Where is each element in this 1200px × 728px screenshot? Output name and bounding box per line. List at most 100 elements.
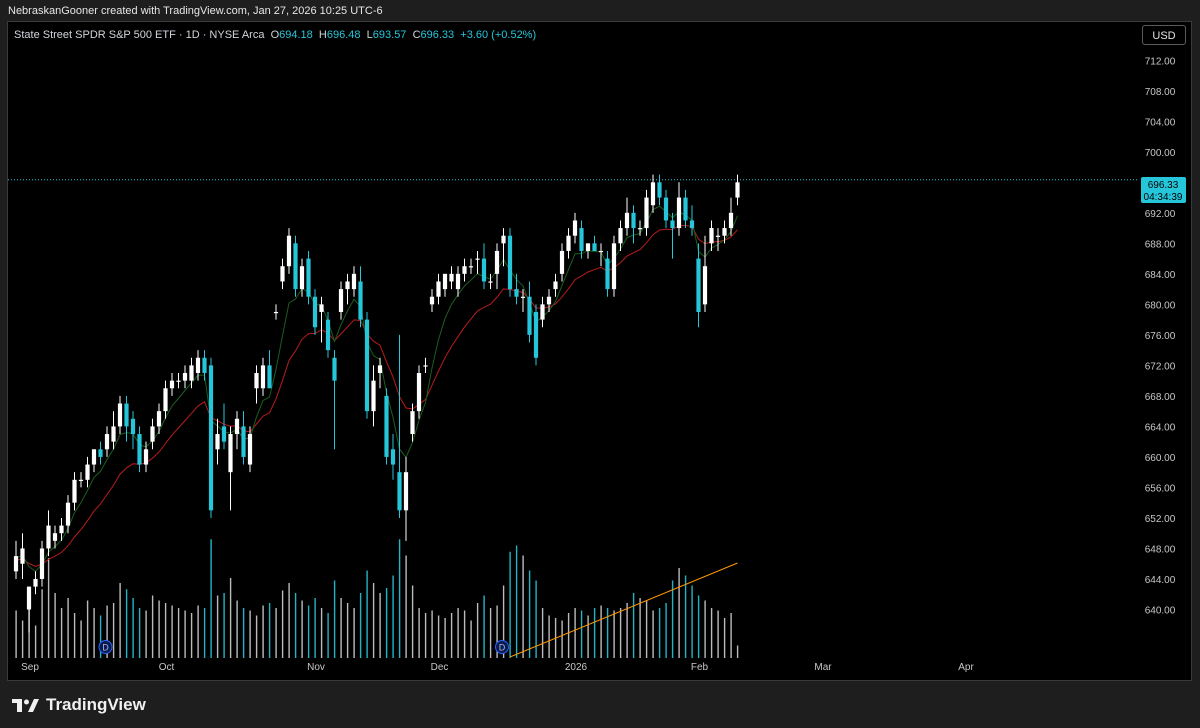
currency-button[interactable]: USD (1142, 25, 1186, 45)
candle (215, 418, 220, 465)
bar-countdown: 04:34:39 (1144, 192, 1183, 203)
candle (293, 235, 298, 297)
candle (111, 411, 116, 450)
volume-bar (112, 603, 115, 658)
candle (663, 189, 669, 229)
candle (540, 296, 545, 328)
candle-body (163, 388, 168, 412)
candle (150, 418, 155, 450)
volume-bar (470, 620, 472, 658)
volume-bar (54, 593, 56, 658)
volume-bar (184, 610, 186, 658)
volume-bar (132, 598, 134, 658)
candle (46, 510, 51, 557)
candle-body (169, 380, 175, 389)
volume-bar (353, 608, 355, 658)
candle-body (156, 411, 162, 427)
candle (728, 197, 734, 236)
candle (98, 441, 103, 465)
candle-body (449, 273, 454, 282)
volume-bar (561, 620, 563, 658)
y-tick-label: 648.00 (1145, 544, 1176, 555)
candle (735, 174, 740, 206)
x-tick-label: Nov (307, 662, 325, 673)
candle-body (618, 228, 623, 244)
candle-body (631, 212, 636, 229)
volume-bar (437, 615, 440, 658)
volume-bar (301, 600, 303, 658)
candle (429, 289, 435, 312)
close-value: 696.33 (420, 29, 455, 41)
candle (676, 182, 682, 236)
x-tick-label: Apr (958, 662, 974, 673)
candle-body (273, 311, 279, 314)
tradingview-brand: TradingView (46, 695, 146, 714)
y-tick-label: 712.00 (1145, 56, 1176, 67)
candle (72, 472, 77, 511)
volume-bar (158, 600, 160, 658)
volume-bar (717, 610, 719, 658)
candle-body (696, 258, 701, 312)
volume-bar (177, 608, 180, 658)
volume-bar (639, 598, 641, 658)
volume-bar (385, 588, 388, 658)
symbol-name[interactable]: State Street SPDR S&P 500 ETF · 1D · NYS… (14, 29, 264, 41)
candle-body (624, 212, 630, 229)
candle (611, 235, 617, 297)
candle-body (722, 228, 727, 236)
candle-body (124, 403, 129, 427)
candle-body (176, 380, 181, 382)
y-tick-label: 652.00 (1145, 514, 1176, 525)
candle (397, 334, 402, 518)
volume-bar (632, 593, 635, 658)
candle-body (663, 197, 669, 221)
volume-bar (431, 610, 433, 658)
candle (176, 373, 181, 389)
candle (657, 174, 662, 206)
y-tick-label: 676.00 (1145, 331, 1176, 342)
candle-body (325, 319, 331, 351)
candle (436, 273, 441, 305)
x-tick-label: Sep (21, 662, 39, 673)
candle (390, 434, 396, 480)
volume-bar (580, 610, 583, 658)
volume-bar (333, 580, 336, 658)
candle-body (104, 434, 110, 450)
volume-bar (483, 595, 485, 658)
candle-body (293, 243, 298, 290)
candle-body (247, 434, 253, 465)
candle (338, 281, 344, 320)
candle (345, 273, 350, 305)
candle (533, 304, 539, 366)
candle-body (475, 258, 480, 260)
candle (137, 426, 142, 473)
volume-bar (171, 605, 173, 658)
open-label: O (270, 29, 280, 41)
low-value: 693.57 (372, 29, 407, 41)
y-tick-label: 704.00 (1145, 117, 1176, 128)
candle (286, 228, 292, 274)
volume-bar (223, 593, 225, 658)
candlestick-chart[interactable]: 712.00708.00704.00700.00696.00692.00688.… (0, 0, 1200, 728)
candle-body (702, 266, 708, 305)
candle (358, 266, 363, 328)
volume-bar (574, 608, 576, 658)
volume-bar (658, 608, 661, 658)
candle (189, 357, 194, 389)
candle-body (494, 250, 500, 274)
volume-bar (320, 608, 323, 658)
candle (20, 533, 25, 579)
candle (494, 243, 500, 290)
volume-bar (398, 539, 401, 658)
candle-body (605, 258, 610, 290)
candle-body (481, 258, 487, 282)
candle-body (78, 479, 84, 482)
open-value: 694.18 (279, 29, 313, 41)
candle-body (410, 411, 415, 435)
candle (468, 258, 474, 274)
volume-bar (424, 613, 427, 658)
volume-bar (704, 600, 706, 658)
x-tick-label: Dec (431, 662, 449, 673)
candle (605, 250, 610, 297)
volume-bar (652, 610, 654, 658)
